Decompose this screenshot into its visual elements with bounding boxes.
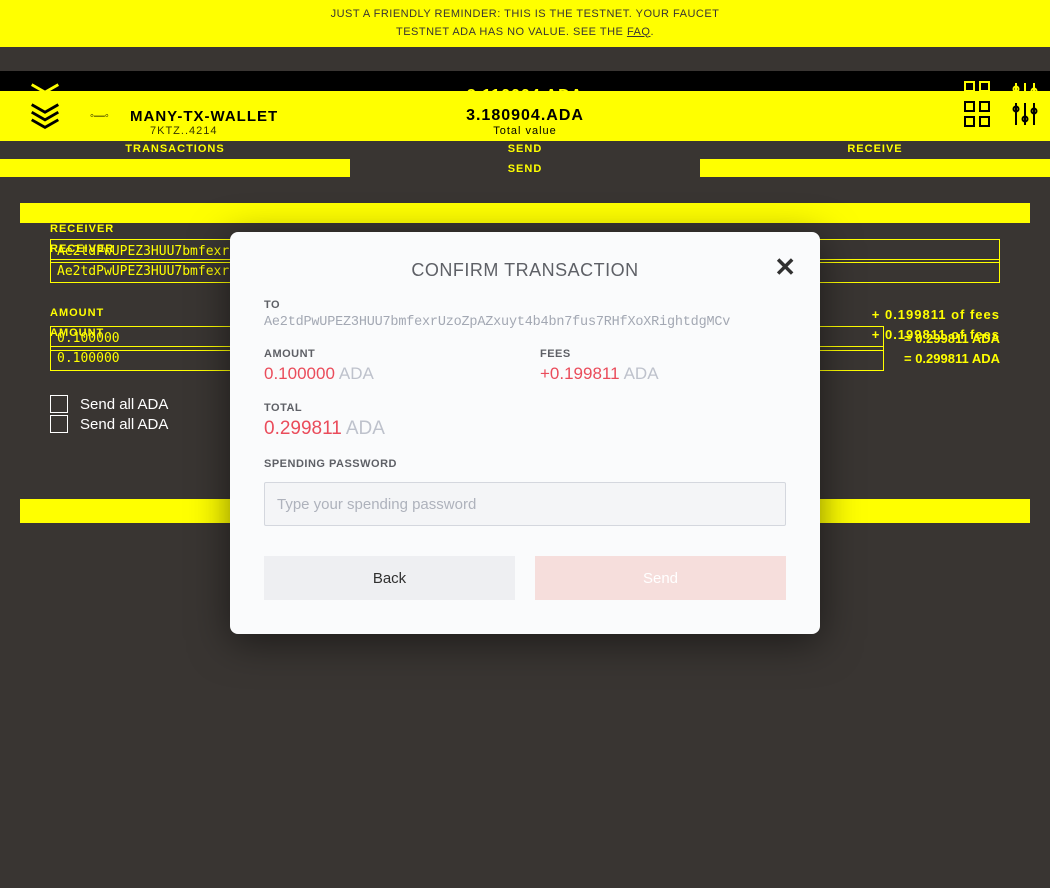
tab-underline [0,159,350,177]
wallet-tabs: TRANSACTIONS SEND RECEIVE TRANSACTIONS S… [0,137,1050,183]
wallet-name-dup: MANY-TX-WALLET [130,108,390,125]
checkbox-icon[interactable] [50,415,68,433]
header-bar-front: ◦—◦ MANY-TX-WALLET 7KTZ..4214 3.180904.A… [0,91,1050,141]
connector-icon: ◦—◦ [90,110,130,122]
password-label: SPENDING PASSWORD [264,458,786,470]
qr-icon[interactable] [962,99,992,134]
to-address: Ae2tdPwUPEZ3HUU7bmfexrUzoZpAZxuyt4b4bn7f… [264,315,786,330]
amount-label-dup: AMOUNT [50,327,104,342]
amount-value: 0.100000ADA [264,364,510,384]
total-label: TOTAL [264,402,786,414]
fees-label: FEES [540,348,786,360]
total-value: 0.299811ADA [264,418,786,440]
tab-transactions[interactable]: TRANSACTIONS [0,143,350,155]
modal-title: CONFIRM TRANSACTION [264,260,786,281]
testnet-banner: JUST A FRIENDLY REMINDER: THIS IS THE TE… [0,0,1050,47]
settings-icon[interactable] [1010,99,1040,134]
wallet-balance-dup: 3.180904.ADA [466,107,584,125]
tab-send[interactable]: SEND [350,143,700,155]
send-all-label-dup: Send all ADA [80,416,168,433]
confirm-transaction-modal: ✕ CONFIRM TRANSACTION TO Ae2tdPwUPEZ3HUU… [230,232,820,634]
banner-line-1: JUST A FRIENDLY REMINDER: THIS IS THE TE… [0,6,1050,24]
amount-label: AMOUNT [264,348,510,360]
faq-link[interactable]: FAQ [627,26,651,38]
total-note-dup: = 0.299811 ADA [904,351,1000,366]
app-logo-icon[interactable] [0,91,90,141]
fees-value: +0.199811ADA [540,364,786,384]
back-button[interactable]: Back [264,556,515,600]
send-button[interactable]: Send [535,556,786,600]
banner-line-2: TESTNET ADA HAS NO VALUE. SEE THE FAQ. [0,24,1050,42]
tab-underline [700,159,1050,177]
wallet-id: 7KTZ..4214 [150,125,217,137]
spending-password-input[interactable] [264,482,786,526]
close-icon[interactable]: ✕ [774,254,796,280]
fee-note-dup: + 0.199811 of fees [872,327,1000,342]
tab-send-dup[interactable]: SEND [350,163,700,175]
tab-receive[interactable]: RECEIVE [700,143,1050,155]
to-label: TO [264,299,786,311]
balance-subtitle: Total value [493,125,557,137]
